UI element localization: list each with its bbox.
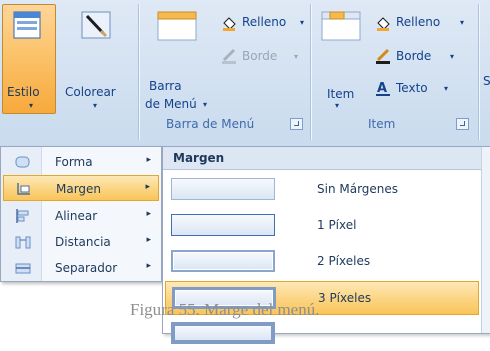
chevron-down-icon: ▾ — [450, 52, 455, 61]
barra-de-menu-button[interactable]: Barra de Menú ▾ — [142, 4, 214, 116]
borde-label: Borde — [396, 49, 432, 63]
colorear-button[interactable]: Colorear ▾ — [58, 4, 132, 114]
margin-option-label: 1 Píxel — [317, 218, 357, 232]
align-icon — [16, 209, 29, 223]
margin-preview — [171, 322, 275, 344]
menu-item-margen[interactable]: Margen ▸ — [3, 175, 159, 201]
barra-label: Barra — [149, 79, 182, 93]
group-separator — [310, 4, 311, 140]
gallery-scrollbar[interactable] — [481, 147, 490, 333]
item-texto-button[interactable]: A Texto ▾ — [370, 80, 470, 100]
margin-option-label: 3 Píxeles — [318, 291, 372, 305]
margin-option-label: Sin Márgenes — [317, 182, 399, 196]
menu-item-label: Alinear — [55, 209, 98, 223]
chevron-down-icon: ▾ — [444, 84, 449, 93]
menu-bar-icon — [157, 11, 197, 41]
relleno-label: Relleno — [396, 15, 441, 29]
item-relleno-button[interactable]: Relleno ▾ — [370, 14, 470, 34]
paint-brush-icon — [81, 11, 111, 39]
de-menu-label: de Menú — [145, 97, 197, 111]
pencil-icon — [222, 48, 236, 64]
margin-preview — [171, 214, 275, 236]
margin-preview — [171, 250, 275, 272]
menu-item-label: Distancia — [55, 235, 111, 249]
colorear-label: Colorear — [65, 85, 116, 99]
menu-item-icon — [321, 11, 361, 41]
texto-label: Texto — [396, 81, 428, 95]
borde-button[interactable]: Borde ▾ — [216, 48, 310, 68]
svg-text:A: A — [377, 81, 387, 96]
menu-item-forma[interactable]: Forma ▸ — [3, 149, 159, 175]
margin-option-2px[interactable]: 2 Píxeles — [165, 245, 479, 279]
distance-icon — [15, 236, 31, 249]
group-separator — [478, 4, 479, 140]
chevron-down-icon: ▾ — [29, 101, 34, 110]
chevron-down-icon: ▾ — [460, 18, 465, 27]
style-dropdown-menu: Forma ▸ Margen ▸ Alinear ▸ Distancia ▸ S… — [0, 146, 162, 282]
item-button[interactable]: Item ▾ — [314, 4, 366, 116]
estilo-button[interactable]: Estilo ▾ — [2, 4, 56, 114]
relleno-label: Relleno — [242, 15, 287, 29]
estilo-label: Estilo — [7, 85, 40, 99]
menu-item-separador[interactable]: Separador ▸ — [3, 255, 159, 281]
item-borde-button[interactable]: Borde ▾ — [370, 48, 470, 68]
figure-caption: Figura 55. Marge del menú. — [130, 300, 320, 319]
chevron-down-icon: ▾ — [335, 101, 340, 110]
menu-item-label: Margen — [56, 182, 102, 196]
margin-option-label: 2 Píxeles — [317, 254, 371, 268]
margin-preview — [171, 178, 275, 200]
submenu-arrow-icon: ▸ — [146, 235, 151, 245]
barra-de-menu-group-title: Barra de Menú — [166, 117, 255, 131]
borde-label: Borde — [242, 49, 278, 63]
chevron-down-icon: ▾ — [93, 101, 98, 110]
item-group-title: Item — [368, 117, 396, 131]
margin-option-next[interactable] — [165, 317, 479, 351]
menu-item-label: Separador — [55, 261, 118, 275]
gallery-header: Margen — [163, 147, 481, 170]
separator-icon — [15, 263, 31, 274]
menu-item-distancia[interactable]: Distancia ▸ — [3, 229, 159, 255]
text-color-icon: A — [376, 81, 390, 96]
gallery-title: Margen — [173, 151, 225, 165]
submenu-arrow-icon: ▸ — [145, 182, 150, 192]
paint-bucket-icon — [377, 17, 390, 31]
submenu-arrow-icon: ▸ — [146, 155, 151, 165]
ribbon: Estilo ▾ Colorear ▾ Barra de Menú ▾ Rell… — [0, 0, 490, 147]
dialog-launcher-icon[interactable] — [290, 118, 303, 130]
cut-off-label: S — [483, 74, 490, 88]
chevron-down-icon: ▾ — [203, 100, 208, 109]
paint-bucket-icon — [223, 17, 236, 31]
shape-icon — [15, 156, 30, 168]
chevron-down-icon: ▾ — [300, 18, 305, 27]
submenu-arrow-icon: ▸ — [146, 261, 151, 271]
menu-item-alinear[interactable]: Alinear ▸ — [3, 203, 159, 229]
submenu-arrow-icon: ▸ — [146, 209, 151, 219]
item-label: Item — [327, 87, 355, 101]
pencil-icon — [376, 48, 390, 64]
margin-option-1px[interactable]: 1 Píxel — [165, 209, 479, 243]
margin-icon — [17, 183, 30, 195]
chevron-down-icon: ▾ — [294, 52, 299, 61]
group-separator — [138, 4, 139, 140]
relleno-button[interactable]: Relleno ▾ — [216, 14, 310, 34]
menu-style-icon — [13, 11, 41, 39]
margin-option-none[interactable]: Sin Márgenes — [165, 173, 479, 207]
dialog-launcher-icon[interactable] — [456, 118, 469, 130]
menu-item-label: Forma — [55, 155, 93, 169]
